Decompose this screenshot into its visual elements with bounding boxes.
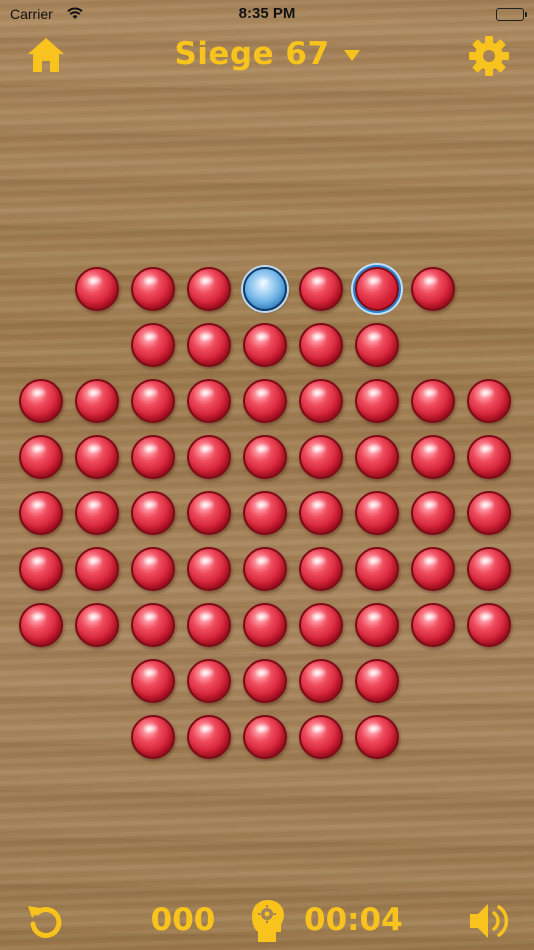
peg[interactable] — [131, 715, 175, 759]
peg[interactable] — [411, 491, 455, 535]
peg[interactable] — [187, 435, 231, 479]
peg[interactable] — [355, 435, 399, 479]
peg[interactable] — [467, 435, 511, 479]
peg[interactable] — [75, 603, 119, 647]
peg[interactable] — [355, 323, 399, 367]
selected-peg[interactable] — [355, 267, 399, 311]
peg[interactable] — [355, 547, 399, 591]
hint-bulb-icon[interactable] — [248, 898, 288, 944]
battery-icon — [496, 8, 527, 21]
peg[interactable] — [187, 491, 231, 535]
peg[interactable] — [19, 435, 63, 479]
peg[interactable] — [243, 435, 287, 479]
peg[interactable] — [355, 715, 399, 759]
timer: 00:04 — [304, 902, 403, 938]
peg[interactable] — [131, 379, 175, 423]
peg[interactable] — [299, 379, 343, 423]
peg[interactable] — [467, 491, 511, 535]
peg[interactable] — [299, 547, 343, 591]
status-time: 8:35 PM — [238, 5, 296, 22]
peg[interactable] — [19, 603, 63, 647]
empty-hole[interactable] — [243, 267, 287, 311]
level-title: Siege 67 — [0, 36, 534, 72]
peg[interactable] — [243, 547, 287, 591]
peg[interactable] — [467, 547, 511, 591]
peg[interactable] — [187, 603, 231, 647]
peg[interactable] — [75, 491, 119, 535]
peg[interactable] — [187, 715, 231, 759]
peg[interactable] — [243, 491, 287, 535]
peg[interactable] — [19, 547, 63, 591]
peg[interactable] — [19, 379, 63, 423]
peg[interactable] — [411, 603, 455, 647]
peg[interactable] — [75, 547, 119, 591]
peg[interactable] — [187, 547, 231, 591]
status-bar: Carrier 8:35 PM — [0, 0, 534, 28]
peg[interactable] — [243, 603, 287, 647]
peg[interactable] — [131, 323, 175, 367]
peg[interactable] — [243, 715, 287, 759]
peg[interactable] — [299, 659, 343, 703]
peg[interactable] — [131, 491, 175, 535]
sound-icon[interactable] — [466, 898, 512, 944]
peg[interactable] — [411, 379, 455, 423]
peg[interactable] — [187, 267, 231, 311]
peg[interactable] — [411, 267, 455, 311]
peg[interactable] — [299, 603, 343, 647]
peg[interactable] — [411, 547, 455, 591]
peg[interactable] — [355, 379, 399, 423]
peg[interactable] — [467, 379, 511, 423]
gear-icon[interactable] — [468, 35, 510, 77]
peg[interactable] — [467, 603, 511, 647]
peg[interactable] — [187, 323, 231, 367]
peg[interactable] — [411, 435, 455, 479]
move-counter: 000 — [150, 902, 216, 938]
peg[interactable] — [19, 491, 63, 535]
peg[interactable] — [299, 715, 343, 759]
peg[interactable] — [187, 379, 231, 423]
peg[interactable] — [355, 659, 399, 703]
peg[interactable] — [299, 435, 343, 479]
peg[interactable] — [131, 267, 175, 311]
peg[interactable] — [299, 267, 343, 311]
peg-board — [0, 0, 534, 950]
peg[interactable] — [299, 323, 343, 367]
peg[interactable] — [131, 435, 175, 479]
peg[interactable] — [187, 659, 231, 703]
peg[interactable] — [131, 547, 175, 591]
peg[interactable] — [131, 603, 175, 647]
peg[interactable] — [243, 379, 287, 423]
peg[interactable] — [75, 267, 119, 311]
peg[interactable] — [299, 491, 343, 535]
peg[interactable] — [243, 323, 287, 367]
peg[interactable] — [131, 659, 175, 703]
level-name: Siege 67 — [174, 36, 330, 72]
peg[interactable] — [75, 379, 119, 423]
peg[interactable] — [355, 491, 399, 535]
peg[interactable] — [355, 603, 399, 647]
undo-icon[interactable] — [24, 900, 68, 944]
level-selector[interactable]: Siege 67 — [174, 36, 360, 72]
chevron-down-icon — [343, 49, 360, 61]
peg[interactable] — [75, 435, 119, 479]
peg[interactable] — [243, 659, 287, 703]
